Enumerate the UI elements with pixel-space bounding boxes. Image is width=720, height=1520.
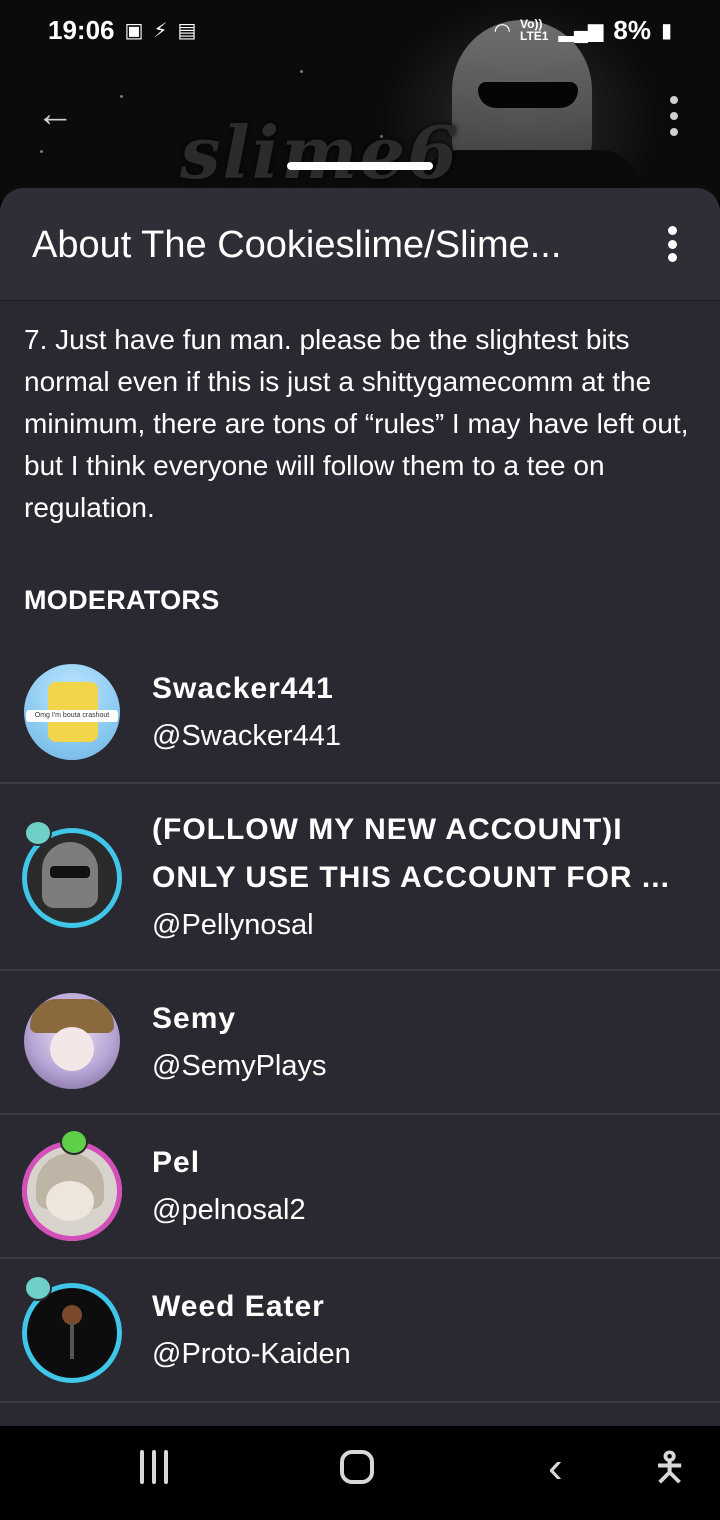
moderator-handle: @Proto-Kaiden: [152, 1338, 351, 1370]
moderator-handle: @SemyPlays: [152, 1050, 327, 1082]
moderator-name: Pel: [152, 1146, 201, 1179]
wifi-icon: ◠: [494, 19, 511, 42]
about-sheet: About The Cookieslime/Slime... 7. Just h…: [0, 188, 720, 1426]
battery-charging-icon: ▮: [660, 19, 672, 42]
arrow-left-icon[interactable]: ←: [36, 94, 76, 134]
avatar[interactable]: [24, 993, 120, 1089]
moderator-name: Swacker441: [152, 672, 334, 705]
avatar-badge-icon: [60, 1129, 88, 1155]
top-nav: ←: [0, 80, 720, 150]
more-vertical-icon[interactable]: [664, 96, 684, 136]
moderator-list: Omg I'm bouta crashout Swacker441 @Swack…: [0, 642, 720, 1403]
moderator-name: Semy: [152, 1002, 237, 1035]
avatar[interactable]: [22, 1141, 122, 1241]
home-icon[interactable]: [340, 1450, 374, 1484]
volte-label: Vo)) LTE1: [520, 17, 549, 43]
app-notification-icon: ▤: [177, 19, 197, 42]
sheet-header: About The Cookieslime/Slime...: [0, 188, 720, 301]
moderators-heading: MODERATORS: [24, 585, 220, 615]
moderator-row[interactable]: Weed Eater @Proto-Kaiden: [0, 1259, 720, 1403]
lightning-icon: ⚡: [153, 19, 168, 42]
system-nav-bar: ‹ 🯅: [0, 1426, 720, 1520]
signal-icon: ▂▄▆: [558, 19, 604, 42]
moderator-handle: @Pellynosal: [152, 908, 314, 941]
status-time: 19:06: [48, 14, 115, 45]
avatar-badge-icon: [24, 1275, 52, 1301]
chevron-left-icon[interactable]: ‹: [548, 1446, 563, 1490]
moderator-name: (FOLLOW MY NEW ACCOUNT)I ONLY USE THIS A…: [152, 812, 670, 894]
moderator-row[interactable]: Semy @SemyPlays: [0, 971, 720, 1115]
moderator-handle: @Swacker441: [152, 720, 342, 752]
moderator-name: Weed Eater: [152, 1290, 325, 1323]
status-bar: 19:06 ▣ ⚡ ▤ ◠ Vo)) LTE1 ▂▄▆ 8% ▮: [0, 0, 720, 60]
sheet-title: About The Cookieslime/Slime...: [32, 224, 562, 266]
moderator-row[interactable]: Omg I'm bouta crashout Swacker441 @Swack…: [0, 642, 720, 784]
sheet-drag-handle[interactable]: [287, 162, 433, 170]
moderator-handle: @pelnosal2: [152, 1194, 306, 1226]
rule-text: 7. Just have fun man. please be the slig…: [24, 324, 689, 523]
recent-apps-icon[interactable]: [140, 1450, 168, 1484]
gallery-icon: ▣: [124, 19, 144, 42]
moderator-row[interactable]: (FOLLOW MY NEW ACCOUNT)I ONLY USE THIS A…: [0, 784, 720, 971]
accessibility-icon[interactable]: 🯅: [652, 1446, 687, 1490]
sheet-more-icon[interactable]: [662, 226, 682, 262]
avatar[interactable]: Omg I'm bouta crashout: [24, 664, 120, 760]
avatar-badge-icon: [24, 820, 52, 846]
moderator-row[interactable]: Pel @pelnosal2: [0, 1115, 720, 1259]
battery-percent: 8%: [613, 14, 651, 45]
